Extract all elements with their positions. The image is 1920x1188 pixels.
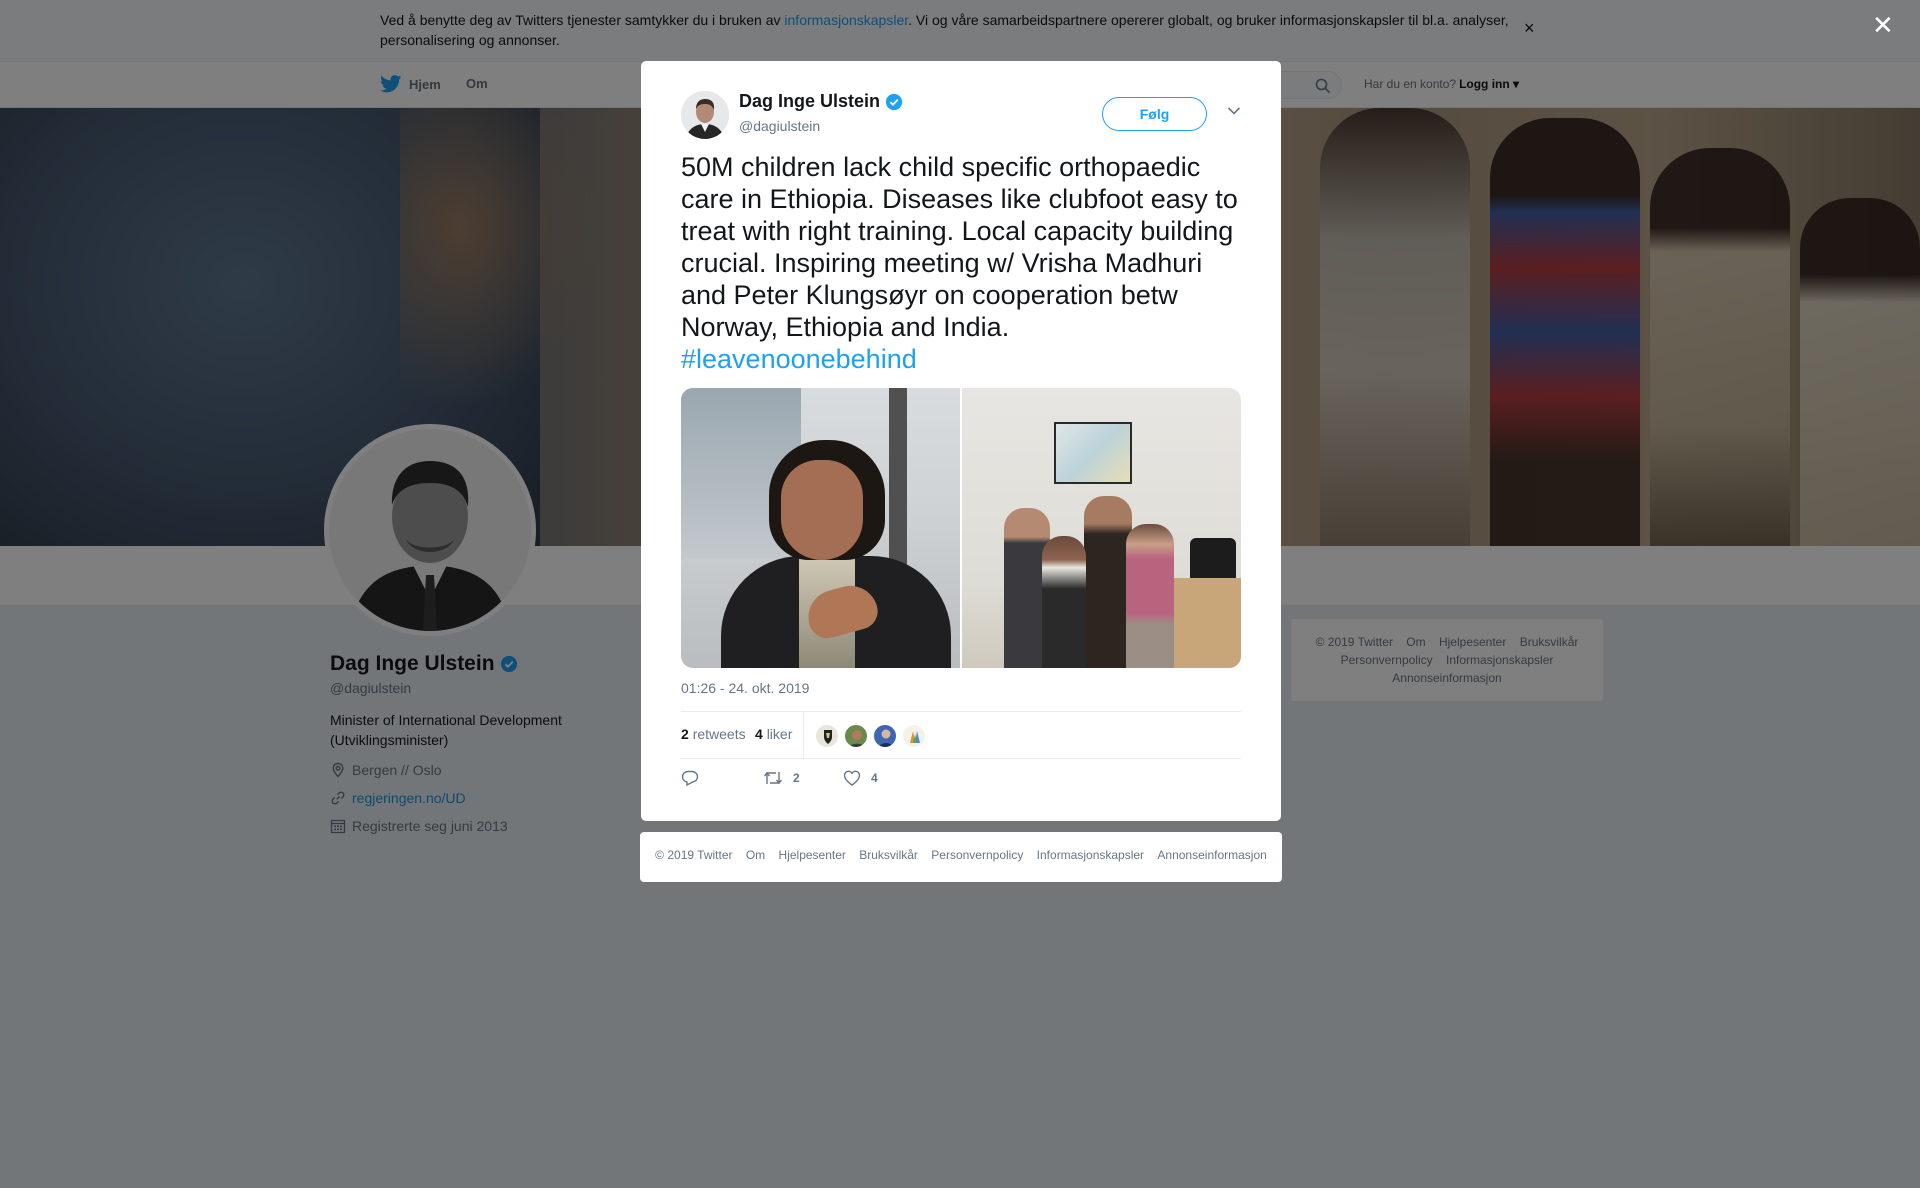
retweet-count: 2: [793, 771, 800, 785]
hashtag-link[interactable]: #leavenoonebehind: [681, 344, 917, 374]
close-icon[interactable]: ✕: [1872, 12, 1894, 38]
footer-link[interactable]: Bruksvilkår: [859, 848, 918, 862]
footer-link[interactable]: Informasjonskapsler: [1037, 848, 1144, 862]
chevron-down-icon[interactable]: [1227, 106, 1241, 116]
retweets-stat[interactable]: 2 retweets: [681, 726, 746, 742]
tweet-modal: Dag Inge Ulstein @dagiulstein Følg 50M c…: [641, 61, 1281, 821]
like-count: 4: [871, 771, 878, 785]
retweets-count: 2: [681, 726, 689, 742]
tweet-media: [681, 388, 1241, 668]
footer-link[interactable]: Om: [746, 848, 765, 862]
photo-person: [1126, 524, 1174, 668]
follow-button[interactable]: Følg: [1102, 97, 1207, 131]
verified-badge-icon: [885, 93, 903, 110]
tweet-photo[interactable]: [962, 388, 1241, 668]
retweet-button[interactable]: 2: [763, 770, 800, 786]
stats-divider: [803, 712, 804, 760]
footer-link[interactable]: Personvernpolicy: [931, 848, 1023, 862]
author-portrait: [681, 91, 729, 139]
tweet-text: 50M children lack child specific orthopa…: [681, 151, 1241, 375]
liker-avatar[interactable]: [873, 724, 897, 748]
photo-wall-map: [1054, 422, 1132, 484]
photo-person: [1042, 536, 1086, 668]
tweet-author-handle[interactable]: @dagiulstein: [739, 118, 820, 134]
modal-footer: © 2019 Twitter Om Hjelpesenter Bruksvilk…: [640, 832, 1282, 882]
likes-stat[interactable]: 4 liker: [755, 726, 792, 742]
likes-label: liker: [766, 726, 793, 742]
tweet-author-name[interactable]: Dag Inge Ulstein: [739, 91, 903, 112]
photo-person: [1084, 496, 1132, 668]
tweet-stats: 2 retweets 4 liker: [681, 711, 1241, 760]
liker-avatar[interactable]: [902, 724, 926, 748]
footer-link[interactable]: Annonseinformasjon: [1157, 848, 1266, 862]
tweet-photo[interactable]: [681, 388, 960, 668]
likes-count: 4: [755, 726, 763, 742]
liker-avatar[interactable]: [815, 724, 839, 748]
footer-link[interactable]: © 2019 Twitter: [655, 848, 732, 862]
tweet-text-body: 50M children lack child specific orthopa…: [681, 152, 1238, 342]
retweet-icon: [763, 771, 783, 785]
retweets-label: retweets: [692, 726, 746, 742]
tweet-author-name-text: Dag Inge Ulstein: [739, 91, 881, 111]
reply-icon: [681, 770, 699, 786]
tweet-actions: 2 4: [681, 766, 1241, 796]
reply-button[interactable]: [681, 770, 709, 786]
heart-icon: [843, 770, 861, 786]
photo-person-face: [781, 460, 863, 560]
liker-avatar[interactable]: [844, 724, 868, 748]
tweet-timestamp[interactable]: 01:26 - 24. okt. 2019: [681, 680, 809, 696]
footer-link[interactable]: Hjelpesenter: [779, 848, 846, 862]
like-button[interactable]: 4: [843, 770, 878, 786]
tweet-author-avatar[interactable]: [681, 91, 729, 139]
